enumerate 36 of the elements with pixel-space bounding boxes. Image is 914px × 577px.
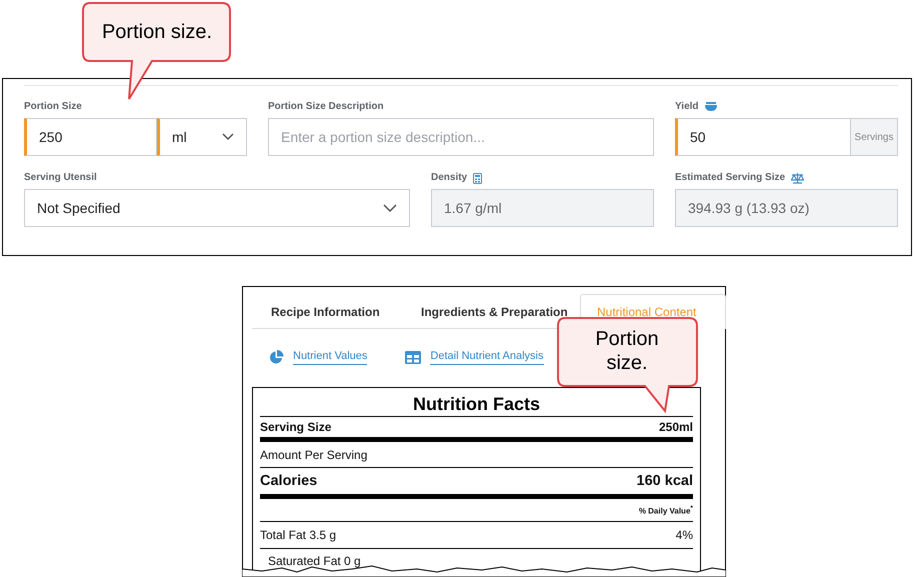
estimated-serving-size-field: 394.93 g (13.93 oz) bbox=[675, 189, 898, 227]
portion-size-input[interactable]: 250 bbox=[24, 118, 157, 156]
description-input[interactable]: Enter a portion size description... bbox=[268, 118, 654, 156]
chevron-down-icon bbox=[222, 133, 234, 141]
chevron-down-icon bbox=[383, 204, 397, 212]
field-label: Portion Size Description bbox=[268, 100, 385, 114]
nutrient-name: Total Fat 3.5 g bbox=[260, 528, 336, 542]
field-label: Estimated Serving Size bbox=[675, 171, 786, 185]
unit-addon: Servings bbox=[851, 118, 898, 156]
field-label: Density bbox=[431, 171, 468, 185]
nutrient-value: 250ml bbox=[658, 420, 693, 434]
tab[interactable]: Recipe Information bbox=[252, 294, 402, 328]
nutrient-value: 4% bbox=[676, 528, 693, 542]
nutrient-name: Calories bbox=[260, 473, 318, 489]
yield-input[interactable]: 50 bbox=[675, 118, 851, 156]
callout-text: Portion size. bbox=[594, 327, 660, 375]
field-label: Yield bbox=[675, 100, 699, 114]
table-icon bbox=[405, 350, 422, 364]
scale-icon bbox=[791, 172, 804, 184]
nutrient-link[interactable]: Nutrient Values bbox=[293, 350, 368, 364]
pie-chart-icon bbox=[269, 350, 284, 364]
field-label: Portion Size bbox=[24, 100, 83, 114]
nutrient-value: % Daily Value$^{*}$ bbox=[638, 504, 693, 516]
nutrient-name: Saturated Fat 0 g bbox=[268, 554, 361, 568]
bowl-icon bbox=[704, 102, 717, 112]
density-field: 1.67 g/ml bbox=[431, 189, 654, 227]
nutrient-value: 160 kcal bbox=[636, 473, 693, 489]
unit-dropdown[interactable]: ml bbox=[157, 118, 247, 156]
nutrient-name: Amount Per Serving bbox=[260, 448, 368, 462]
field-label: Serving Utensil bbox=[24, 171, 98, 185]
serving-utensil-dropdown[interactable]: Not Specified bbox=[24, 189, 410, 227]
tab[interactable]: Ingredients & Preparation bbox=[402, 294, 580, 328]
callout-text: Portion size. bbox=[100, 20, 214, 44]
nutrient-link[interactable]: Detail Nutrient Analysis bbox=[430, 350, 544, 364]
nutrient-name: Serving Size bbox=[260, 420, 332, 434]
calculator-icon bbox=[473, 172, 482, 184]
